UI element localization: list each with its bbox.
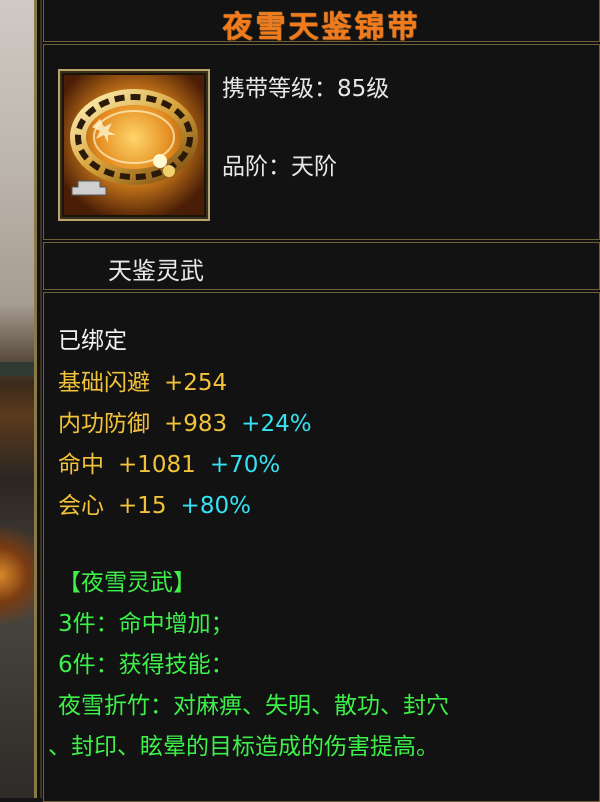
carry-level: 携带等级：85级	[222, 69, 389, 103]
bound-status: 已绑定	[58, 328, 127, 354]
belt-icon	[64, 75, 204, 215]
stat-bonus: +80%	[180, 493, 251, 519]
stat-value: +1081	[118, 452, 196, 478]
stat-value: +254	[164, 370, 228, 396]
carry-level-label: 携带等级：	[222, 76, 337, 102]
item-name: 夜雪天鉴锦带	[222, 10, 421, 45]
stat-name: 命中	[58, 452, 104, 478]
stat-name: 基础闪避	[58, 370, 150, 396]
stat-row: 会心 +15 +80%	[58, 486, 251, 520]
tooltip-body-section: 已绑定 基础闪避 +254 内功防御 +983 +24% 命中 +1081 +70% 会心…	[43, 292, 600, 802]
carry-level-value: 85级	[337, 76, 390, 102]
set-skill-desc-line2: 、封印、眩晕的目标造成的伤害提高。	[48, 734, 439, 760]
set-skill-desc-line1: 夜雪折竹：对麻痹、失明、散功、封穴	[58, 693, 449, 719]
item-series: 天鉴灵武	[108, 257, 204, 285]
item-icon-frame[interactable]	[58, 69, 210, 221]
item-grade-label: 品阶：	[222, 154, 291, 180]
stat-bonus: +24%	[241, 411, 312, 437]
stat-name: 会心	[58, 493, 104, 519]
item-grade: 品阶：天阶	[222, 147, 337, 181]
tooltip-header-section: 携带等级：85级 品阶：天阶	[43, 44, 600, 240]
tooltip-title-section: 夜雪天鉴锦带	[43, 0, 600, 45]
stat-value: +983	[164, 411, 228, 437]
item-tooltip: 夜雪天鉴锦带 携带等级：85级 品阶：天阶 天鉴灵武 已绑定 基础闪避 +254…	[34, 0, 600, 802]
stat-row: 基础闪避 +254	[58, 363, 227, 397]
tooltip-series-section: 天鉴灵武	[43, 242, 600, 290]
set-bonus-6: 6件：获得技能：	[58, 652, 234, 678]
stat-name: 内功防御	[58, 411, 150, 437]
stat-row: 命中 +1081 +70%	[58, 445, 280, 479]
stat-value: +15	[118, 493, 167, 519]
set-bonus-3: 3件：命中增加；	[58, 611, 234, 637]
stat-bonus: +70%	[209, 452, 281, 478]
stat-row: 内功防御 +983 +24%	[58, 404, 312, 438]
item-grade-value: 天阶	[291, 154, 337, 180]
set-title: 【夜雪灵武】	[58, 570, 196, 596]
